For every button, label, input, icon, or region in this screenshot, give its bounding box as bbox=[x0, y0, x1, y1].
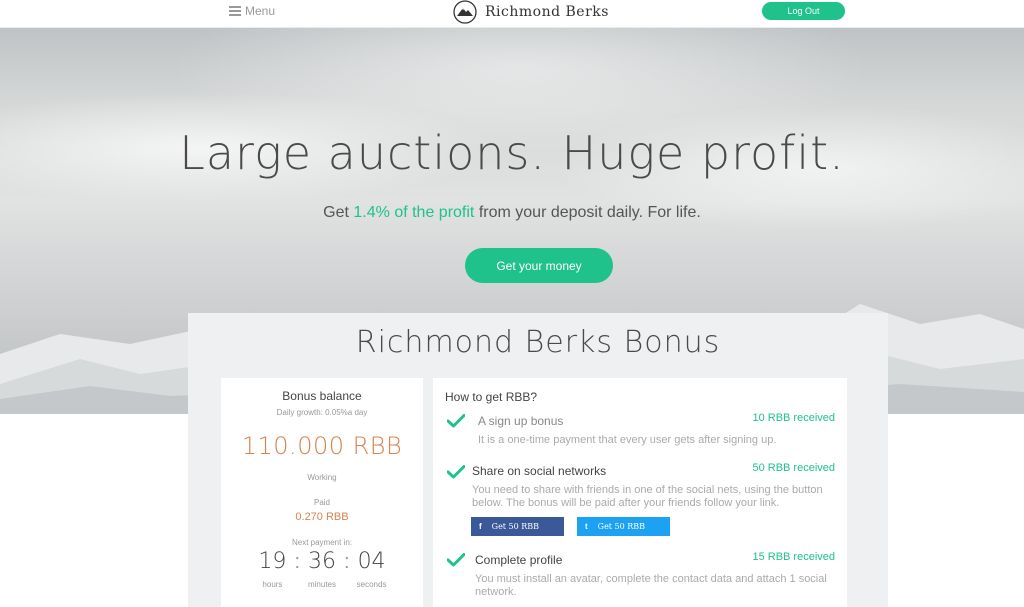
logout-button[interactable]: Log Out bbox=[762, 2, 845, 20]
timer-hours: 19 hours bbox=[254, 549, 290, 590]
payment-countdown: 19 hours : 36 minutes : 04 seconds bbox=[221, 549, 423, 590]
bonus-item-desc: You must install an avatar, complete the… bbox=[475, 573, 827, 598]
brand-logo[interactable]: Richmond Berks bbox=[453, 0, 609, 24]
timer-separator: : bbox=[294, 551, 300, 573]
bonus-item-reward: 15 RBB received bbox=[752, 551, 835, 563]
how-to-get-card: How to get RBB? A sign up bonus 10 RBB r… bbox=[433, 378, 847, 607]
bonus-item-title: A sign up bonus bbox=[478, 414, 564, 428]
checkmark-icon bbox=[447, 414, 465, 428]
twitter-icon: t bbox=[585, 522, 588, 531]
timer-minutes-label: minutes bbox=[307, 580, 336, 589]
balance-amount: 110.000 RBB bbox=[241, 432, 403, 460]
checkmark-icon bbox=[447, 553, 465, 567]
menu-button[interactable]: Menu bbox=[229, 4, 275, 18]
timer-seconds-label: seconds bbox=[356, 580, 387, 589]
hero-subtitle-accent: 1.4% of the profit bbox=[353, 204, 475, 221]
mountain-logo-icon bbox=[453, 0, 477, 24]
bonus-item-title: Share on social networks bbox=[472, 464, 607, 478]
timer-seconds: 04 seconds bbox=[354, 549, 390, 590]
how-title: How to get RBB? bbox=[445, 390, 538, 404]
twitter-share-button[interactable]: t Get 50 RBB bbox=[577, 517, 670, 536]
checkmark-icon bbox=[447, 465, 465, 479]
twitter-share-label: Get 50 RBB bbox=[597, 522, 646, 531]
facebook-share-label: Get 50 RBB bbox=[491, 522, 540, 531]
bonus-panel: Richmond Berks Bonus Bonus balance Daily… bbox=[188, 313, 888, 607]
hero-title: Large auctions. Huge profit. bbox=[179, 126, 845, 180]
balance-title: Bonus balance bbox=[282, 389, 362, 403]
brand-name: Richmond Berks bbox=[485, 4, 609, 20]
balance-status: Working bbox=[307, 473, 337, 482]
bonus-balance-card: Bonus balance Daily growth: 0.05%a day 1… bbox=[221, 378, 423, 607]
facebook-icon: f bbox=[479, 522, 482, 531]
timer-minutes-value: 36 bbox=[308, 549, 336, 574]
bonus-item-reward: 10 RBB received bbox=[752, 412, 835, 424]
get-your-money-button[interactable]: Get your money bbox=[465, 248, 613, 283]
hero-subtitle-suffix: from your deposit daily. For life. bbox=[474, 204, 701, 221]
hamburger-icon bbox=[229, 6, 241, 16]
bonus-item-title: Complete profile bbox=[475, 553, 563, 567]
timer-seconds-value: 04 bbox=[357, 549, 386, 574]
hero-subtitle: Get 1.4% of the profit from your deposit… bbox=[0, 204, 1024, 222]
facebook-share-button[interactable]: f Get 50 RBB bbox=[471, 517, 564, 536]
bonus-title: Richmond Berks Bonus bbox=[355, 325, 721, 360]
timer-hours-label: hours bbox=[262, 580, 283, 589]
paid-label: Paid bbox=[313, 498, 330, 507]
top-bar: Menu Richmond Berks Log Out bbox=[0, 0, 1024, 28]
hero-subtitle-prefix: Get bbox=[323, 204, 354, 221]
timer-minutes: 36 minutes bbox=[304, 549, 340, 590]
menu-label: Menu bbox=[245, 4, 276, 18]
timer-hours-value: 19 bbox=[258, 549, 287, 574]
bonus-item-reward: 50 RBB received bbox=[752, 462, 835, 474]
timer-separator: : bbox=[344, 551, 350, 573]
bonus-item-desc: It is a one-time payment that every user… bbox=[478, 434, 777, 446]
bonus-item-desc: You need to share with friends in one of… bbox=[472, 484, 823, 509]
paid-value: 0.270 RBB bbox=[295, 511, 349, 523]
daily-growth: Daily growth: 0.05%a day bbox=[276, 408, 368, 417]
next-payment-label: Next payment in: bbox=[291, 538, 353, 547]
